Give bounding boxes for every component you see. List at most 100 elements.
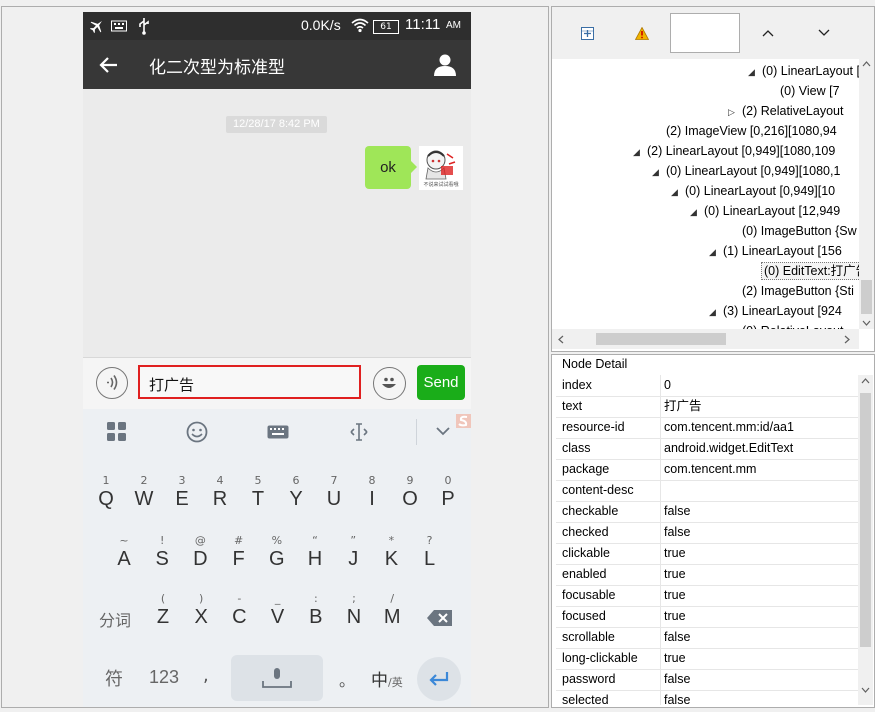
voice-toggle-button[interactable] bbox=[96, 367, 128, 399]
keyboard-emoji-icon[interactable] bbox=[186, 421, 208, 443]
collapse-arrow-icon[interactable]: ◢ bbox=[633, 142, 647, 162]
key-k[interactable]: * K bbox=[373, 535, 409, 571]
key-c[interactable]: -C bbox=[221, 593, 257, 629]
key-o[interactable]: 9O bbox=[392, 475, 428, 511]
warning-toggle-icon[interactable] bbox=[635, 27, 649, 40]
key-numbers[interactable]: 123 bbox=[149, 667, 179, 688]
property-row[interactable]: content-desc bbox=[556, 480, 858, 502]
contact-profile-icon[interactable] bbox=[433, 53, 457, 77]
chat-messages-area[interactable]: 12/28/17 8:42 PM ok 不说来试试看哦 bbox=[83, 89, 471, 357]
tree-vscroll-thumb[interactable] bbox=[861, 280, 872, 314]
property-row[interactable]: resource-id com.tencent.mm:id/aa1 bbox=[556, 417, 858, 439]
property-row[interactable]: scrollable false bbox=[556, 627, 858, 649]
property-row[interactable]: clickable true bbox=[556, 543, 858, 565]
scroll-up-icon[interactable] bbox=[862, 61, 871, 67]
keyboard-layout-icon[interactable] bbox=[267, 425, 289, 439]
detail-vscroll-thumb[interactable] bbox=[860, 393, 871, 647]
tree-node[interactable]: ◢ (0) LinearLayout [0,949][1080,1 bbox=[652, 161, 840, 181]
expand-arrow-icon[interactable]: ▷ bbox=[728, 322, 742, 329]
key-s[interactable]: ! S bbox=[144, 535, 180, 571]
key-lang-switch[interactable]: 中/英 bbox=[371, 666, 403, 691]
tree-node[interactable]: (0) EditText:打广告 bbox=[747, 261, 859, 281]
backspace-icon[interactable] bbox=[427, 609, 453, 627]
key-w[interactable]: 2W bbox=[126, 475, 162, 511]
property-row[interactable]: checked false bbox=[556, 522, 858, 544]
cursor-move-icon[interactable] bbox=[348, 422, 370, 442]
property-row[interactable]: checkable false bbox=[556, 501, 858, 523]
back-arrow-icon[interactable] bbox=[99, 55, 119, 75]
emoji-button[interactable] bbox=[373, 367, 406, 400]
user-avatar[interactable]: 不说来试试看哦 bbox=[419, 146, 463, 190]
key-r[interactable]: 4R bbox=[202, 475, 238, 511]
tree-node[interactable]: ◢ (0) LinearLayout [12,949 bbox=[690, 201, 840, 221]
property-row[interactable]: focused true bbox=[556, 606, 858, 628]
collapse-keyboard-icon[interactable] bbox=[435, 426, 451, 436]
property-row[interactable]: text 打广告 bbox=[556, 396, 858, 418]
tree-hscroll-thumb[interactable] bbox=[596, 333, 726, 345]
tree-node[interactable]: ▷(0) RelativeLayout bbox=[728, 321, 843, 329]
key-d[interactable]: @ D bbox=[182, 535, 218, 571]
scroll-left-icon[interactable] bbox=[558, 335, 564, 344]
key-f[interactable]: # F bbox=[221, 535, 257, 571]
collapse-arrow-icon[interactable]: ◢ bbox=[709, 302, 723, 322]
collapse-arrow-icon[interactable]: ◢ bbox=[690, 202, 704, 222]
key-p[interactable]: 0P bbox=[430, 475, 466, 511]
collapse-arrow-icon[interactable]: ◢ bbox=[748, 62, 762, 82]
key-comma[interactable]: , bbox=[203, 665, 209, 686]
tree-node[interactable]: (0) View [7 bbox=[766, 81, 840, 101]
key-v[interactable]: _ V bbox=[260, 593, 296, 629]
key-x[interactable]: ) X bbox=[183, 593, 219, 629]
key-j[interactable]: ” J bbox=[335, 535, 371, 571]
property-row[interactable]: enabled true bbox=[556, 564, 858, 586]
detail-scroll-up-icon[interactable] bbox=[861, 378, 870, 384]
tree-horizontal-scrollbar[interactable] bbox=[552, 329, 859, 349]
expand-all-icon[interactable] bbox=[581, 27, 594, 40]
send-button[interactable]: Send bbox=[417, 365, 465, 400]
key-n[interactable]: ; N bbox=[336, 593, 372, 629]
key-y[interactable]: 6Y bbox=[278, 475, 314, 511]
property-row[interactable]: focusable true bbox=[556, 585, 858, 607]
tree-node[interactable]: ▷ (2) RelativeLayout bbox=[728, 101, 843, 121]
key-i[interactable]: 8I bbox=[354, 475, 390, 511]
enter-key[interactable] bbox=[417, 657, 461, 701]
property-table[interactable]: index 0 text 打广告 resource-id com.tencent.mm:i… bbox=[556, 375, 858, 705]
expand-arrow-icon[interactable]: ▷ bbox=[728, 102, 742, 122]
detail-vertical-scrollbar[interactable] bbox=[858, 375, 873, 705]
tree-node[interactable]: ◢ (0) LinearLayout [0,949][10 bbox=[671, 181, 835, 201]
space-voice-key[interactable] bbox=[231, 655, 323, 701]
phone-screen[interactable]: 0.0K/s 61 11:11 AM 化二次型为标准型 12/28/17 8:4… bbox=[83, 12, 471, 707]
collapse-arrow-icon[interactable]: ◢ bbox=[671, 182, 685, 202]
tree-node[interactable]: (2) ImageView [0,216][1080,94 bbox=[652, 121, 837, 141]
search-next-icon[interactable] bbox=[818, 29, 830, 37]
search-field[interactable] bbox=[670, 13, 740, 53]
detail-scroll-down-icon[interactable] bbox=[861, 687, 870, 693]
tree-node[interactable]: ◢(0) LinearLayout [0,216][1080,94 bbox=[748, 61, 859, 81]
keyboard-apps-icon[interactable] bbox=[107, 422, 127, 442]
property-row[interactable]: class android.widget.EditText bbox=[556, 438, 858, 460]
tree-vertical-scrollbar[interactable] bbox=[859, 59, 874, 329]
message-input-field[interactable]: 打广告 bbox=[138, 365, 361, 399]
key-e[interactable]: 3E bbox=[164, 475, 200, 511]
key-q[interactable]: 1Q bbox=[88, 475, 124, 511]
tree-node[interactable]: ◢ (1) LinearLayout [156 bbox=[709, 241, 842, 261]
key-m[interactable]: / M bbox=[374, 593, 410, 629]
message-bubble[interactable]: ok bbox=[365, 146, 417, 189]
key-symbols[interactable]: 符 bbox=[105, 665, 123, 691]
key-a[interactable]: ~ A bbox=[106, 535, 142, 571]
key-u[interactable]: 7U bbox=[316, 475, 352, 511]
scroll-down-icon[interactable] bbox=[862, 320, 871, 326]
key-h[interactable]: “H bbox=[297, 535, 333, 571]
property-row[interactable]: long-clickable true bbox=[556, 648, 858, 670]
scroll-right-icon[interactable] bbox=[844, 335, 850, 344]
key-period[interactable]: 。 bbox=[339, 667, 355, 691]
key-g[interactable]: % G bbox=[259, 535, 295, 571]
hierarchy-tree[interactable]: ◢(0) LinearLayout [0,216][1080,94(0) Vie… bbox=[552, 59, 859, 329]
property-row[interactable]: package com.tencent.mm bbox=[556, 459, 858, 481]
key-l[interactable]: ? L bbox=[412, 535, 448, 571]
tree-node[interactable]: ◢ (3) LinearLayout [924 bbox=[709, 301, 842, 321]
tree-node[interactable]: (0) ImageButton {Sw bbox=[728, 221, 857, 241]
search-prev-icon[interactable] bbox=[762, 29, 774, 37]
collapse-arrow-icon[interactable]: ◢ bbox=[652, 162, 666, 182]
soft-keyboard[interactable]: 1Q2W3E4R5T6Y7U8I9O0P ~ A! S @ D # F% G “H” J * K? L … bbox=[83, 409, 471, 707]
tree-node[interactable]: ◢ (2) LinearLayout [0,949][1080,109 bbox=[633, 141, 835, 161]
